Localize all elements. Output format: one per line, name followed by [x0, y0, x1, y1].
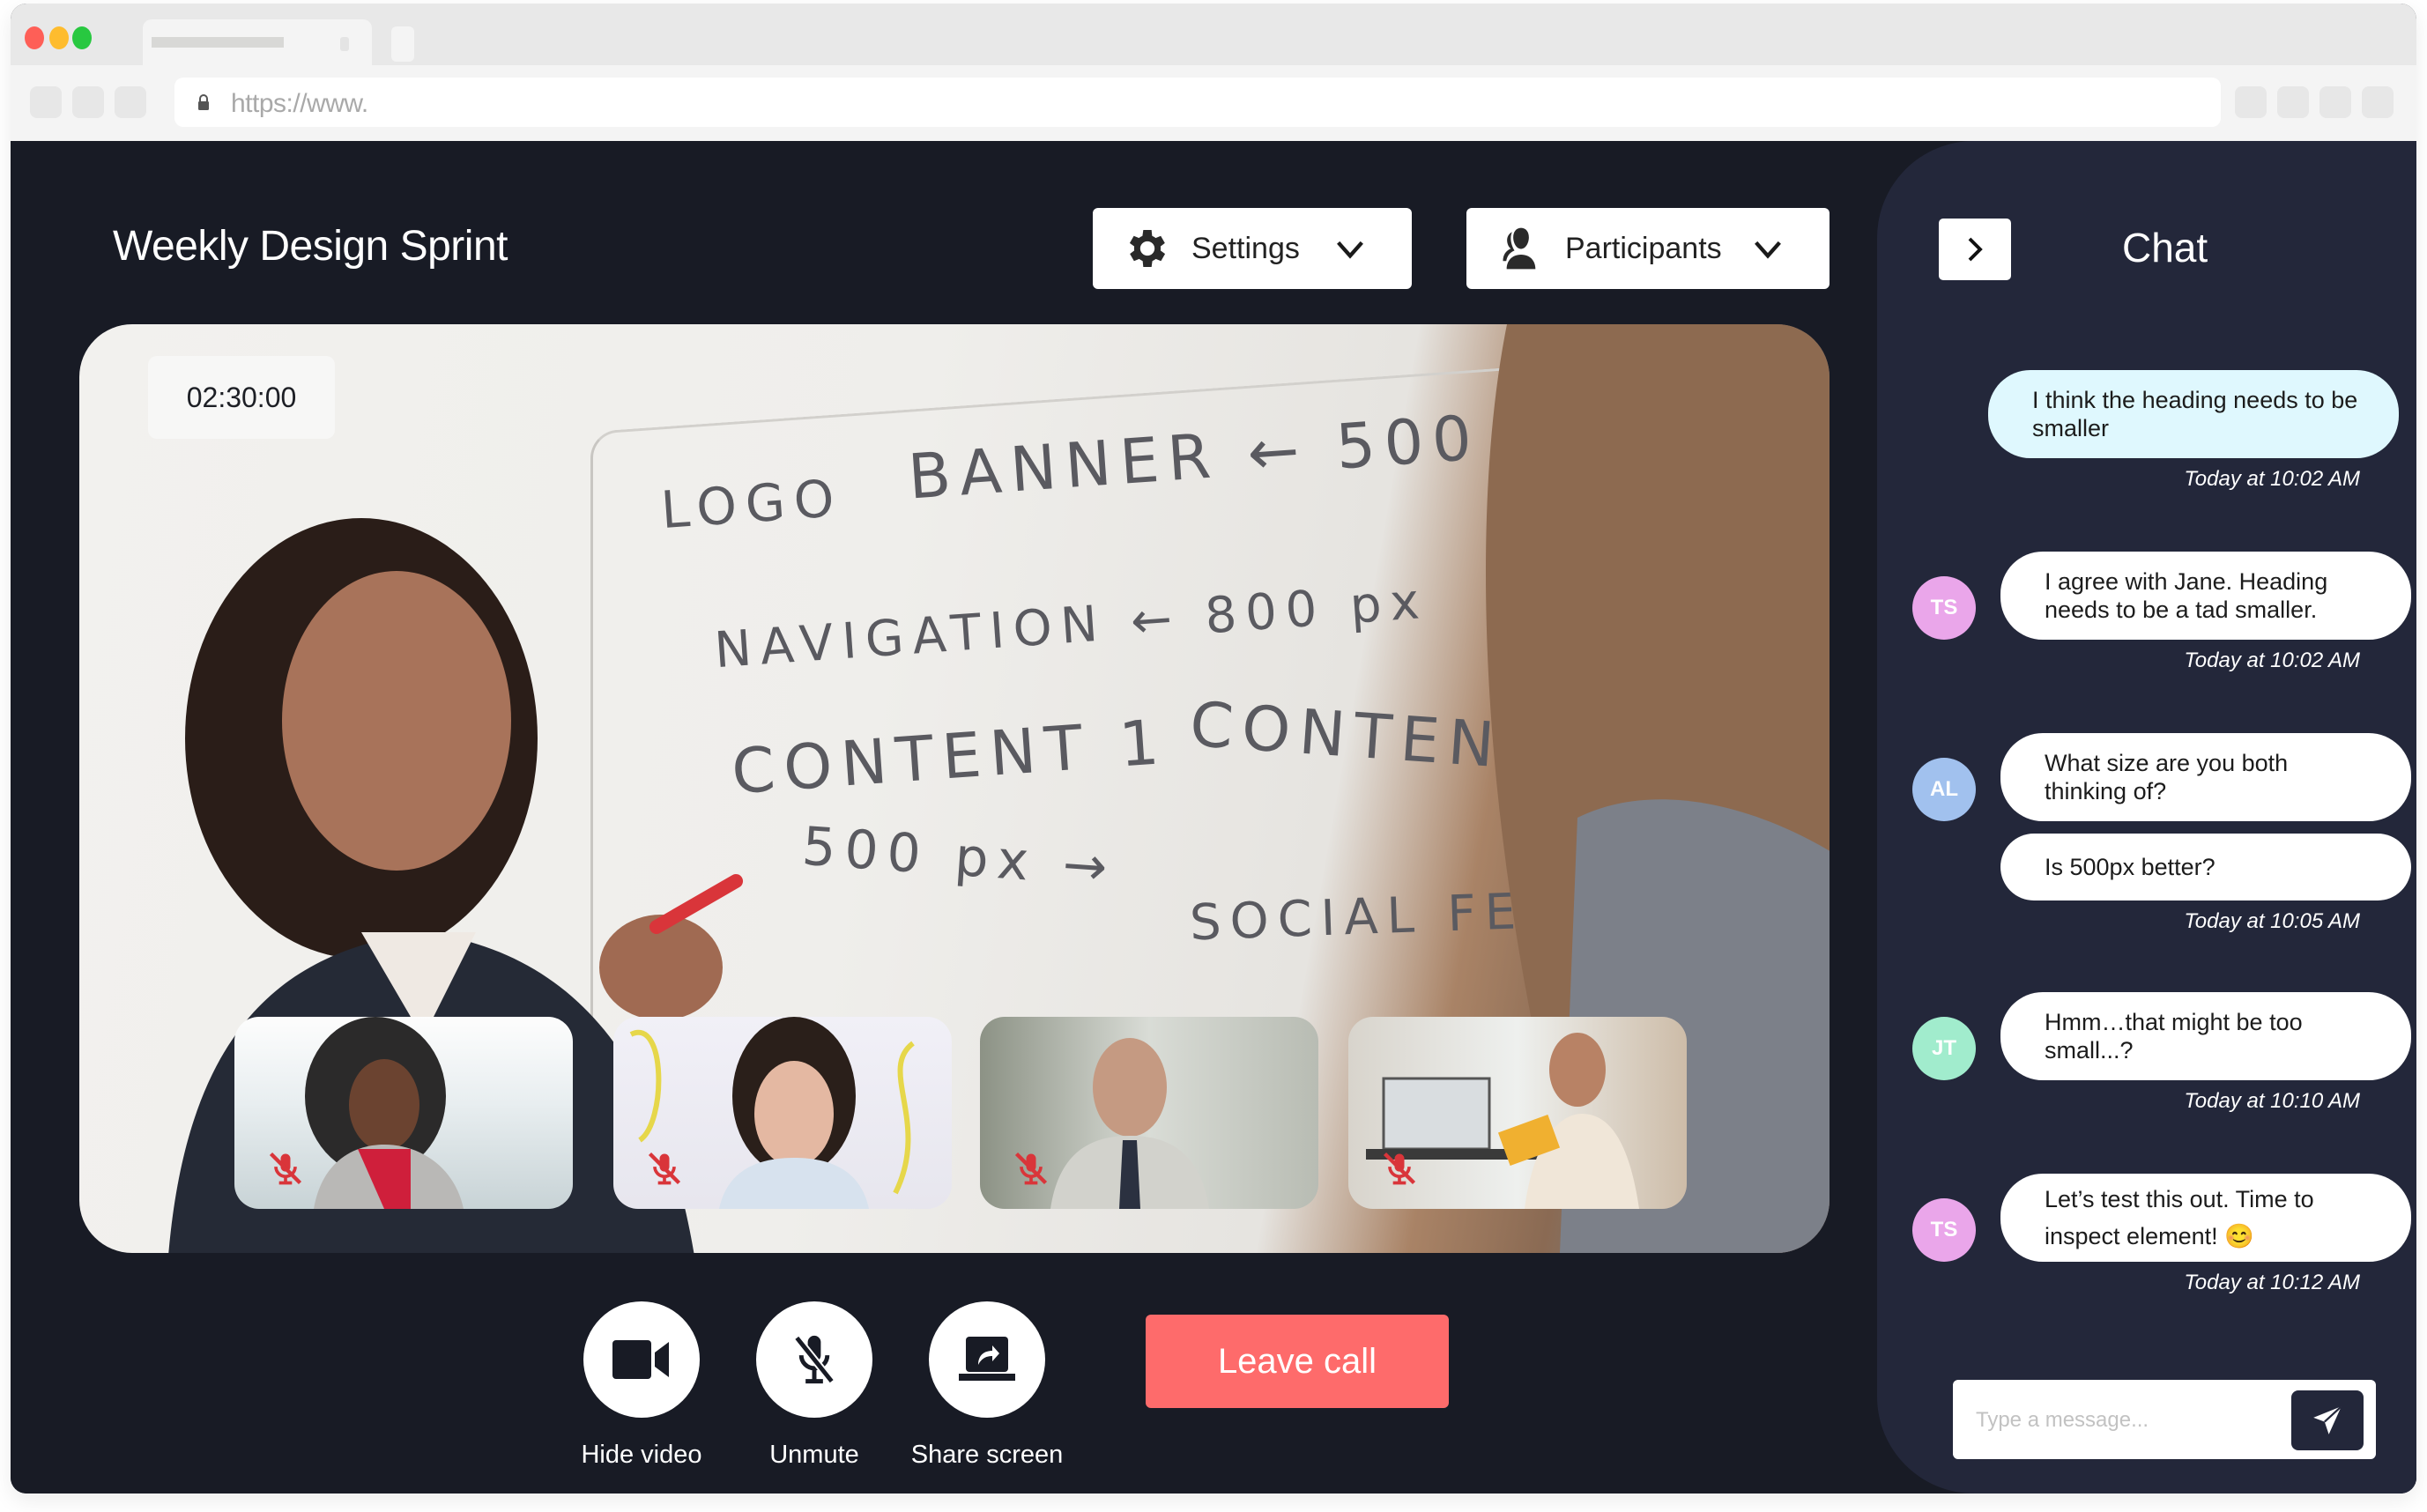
chevron-right-icon	[1968, 237, 1983, 262]
avatar: AL	[1912, 758, 1976, 821]
message-input[interactable]	[1976, 1401, 2275, 1440]
browser-tab[interactable]	[143, 19, 372, 69]
toolbar-button-3[interactable]	[2319, 86, 2351, 118]
share-screen-button[interactable]: Share screen	[911, 1301, 1063, 1469]
share-screen-label: Share screen	[910, 1441, 1064, 1469]
chat-message: Let’s test this out. Time to inspect ele…	[2000, 1174, 2411, 1262]
participants-dropdown[interactable]: Participants	[1466, 208, 1830, 289]
toolbar-button-1[interactable]	[2235, 86, 2267, 118]
reload-button[interactable]	[115, 86, 146, 118]
muted-mic-icon	[648, 1152, 681, 1185]
video-camera-icon	[612, 1340, 669, 1379]
chat-message: Hmm…that might be too small...?	[2000, 992, 2411, 1080]
address-bar-row: https://www.	[11, 65, 2416, 141]
chat-panel: Chat I think the heading needs to be sma…	[1877, 141, 2416, 1493]
chat-message: What size are you both thinking of?	[2000, 733, 2411, 821]
chevron-down-icon	[1337, 241, 1363, 259]
participant-tile[interactable]	[613, 1017, 952, 1209]
url-field[interactable]: https://www.	[174, 78, 2221, 127]
call-timer: 02:30:00	[148, 356, 335, 439]
chat-message: I agree with Jane. Heading needs to be a…	[2000, 552, 2411, 640]
chat-message: Is 500px better?	[2000, 834, 2411, 901]
collapse-chat-button[interactable]	[1939, 219, 2011, 280]
share-screen-icon	[959, 1337, 1015, 1381]
hide-video-label: Hide video	[581, 1441, 702, 1469]
participant-tile[interactable]	[980, 1017, 1318, 1209]
message-text: Is 500px better?	[2045, 854, 2215, 880]
unmute-button[interactable]: Unmute	[756, 1301, 872, 1469]
message-text: I think the heading needs to be smaller	[2032, 387, 2358, 441]
avatar: TS	[1912, 576, 1976, 640]
message-text: What size are you both thinking of?	[2045, 750, 2289, 804]
share-screen-circle[interactable]	[929, 1301, 1045, 1418]
message-timestamp: Today at 10:10 AM	[2184, 1089, 2360, 1113]
participants-label: Participants	[1565, 231, 1722, 265]
minimize-window-button[interactable]	[49, 26, 69, 49]
leave-call-button[interactable]: Leave call	[1146, 1315, 1449, 1408]
participant-tile[interactable]	[234, 1017, 573, 1209]
chevron-down-icon	[1755, 241, 1781, 259]
muted-mic-icon	[793, 1335, 835, 1384]
toolbar-button-2[interactable]	[2277, 86, 2309, 118]
maximize-window-button[interactable]	[72, 26, 92, 49]
message-timestamp: Today at 10:12 AM	[2184, 1271, 2360, 1294]
message-text: Hmm…that might be too small...?	[2045, 1009, 2303, 1064]
message-timestamp: Today at 10:02 AM	[2184, 649, 2360, 672]
toolbar-button-4[interactable]	[2362, 86, 2394, 118]
participant-tile[interactable]	[1348, 1017, 1687, 1209]
settings-label: Settings	[1191, 231, 1300, 265]
back-button[interactable]	[30, 86, 62, 118]
muted-mic-icon	[1014, 1152, 1048, 1185]
tab-bar	[11, 4, 2416, 69]
url-text: https://www.	[231, 89, 368, 118]
tab-title-placeholder	[152, 37, 284, 48]
close-window-button[interactable]	[25, 26, 44, 49]
chat-message-own: I think the heading needs to be smaller	[1988, 370, 2399, 458]
muted-mic-icon	[1383, 1152, 1416, 1185]
chat-title: Chat	[2122, 225, 2208, 271]
message-text: I agree with Jane. Heading needs to be a…	[2045, 568, 2328, 623]
unmute-label: Unmute	[769, 1441, 859, 1469]
video-call-app: Weekly Design Sprint Settings Participan…	[11, 141, 2416, 1493]
meeting-title: Weekly Design Sprint	[113, 223, 508, 270]
gear-icon	[1129, 230, 1166, 267]
main-video-feed[interactable]: LOGO BANNER ← 500 NAVIGATION ← 800 px CO…	[79, 324, 1830, 1253]
unmute-circle[interactable]	[756, 1301, 872, 1418]
message-text: Let’s test this out. Time to inspect ele…	[2045, 1186, 2314, 1249]
hide-video-circle[interactable]	[583, 1301, 700, 1418]
message-timestamp: Today at 10:02 AM	[2184, 467, 2360, 491]
new-tab-button[interactable]	[391, 26, 414, 62]
avatar: JT	[1912, 1017, 1976, 1080]
send-icon	[2313, 1405, 2342, 1434]
message-composer	[1953, 1380, 2376, 1459]
hide-video-button[interactable]: Hide video	[581, 1301, 702, 1469]
tab-close-icon[interactable]	[340, 37, 349, 51]
browser-window: https://www. Weekly Design Sprint Settin…	[11, 4, 2416, 1493]
settings-dropdown[interactable]: Settings	[1093, 208, 1412, 289]
forward-button[interactable]	[72, 86, 104, 118]
message-timestamp: Today at 10:05 AM	[2184, 909, 2360, 933]
send-button[interactable]	[2291, 1390, 2364, 1450]
muted-mic-icon	[269, 1152, 302, 1185]
lock-icon	[198, 94, 209, 110]
avatar: TS	[1912, 1198, 1976, 1262]
participants-icon	[1503, 227, 1536, 270]
